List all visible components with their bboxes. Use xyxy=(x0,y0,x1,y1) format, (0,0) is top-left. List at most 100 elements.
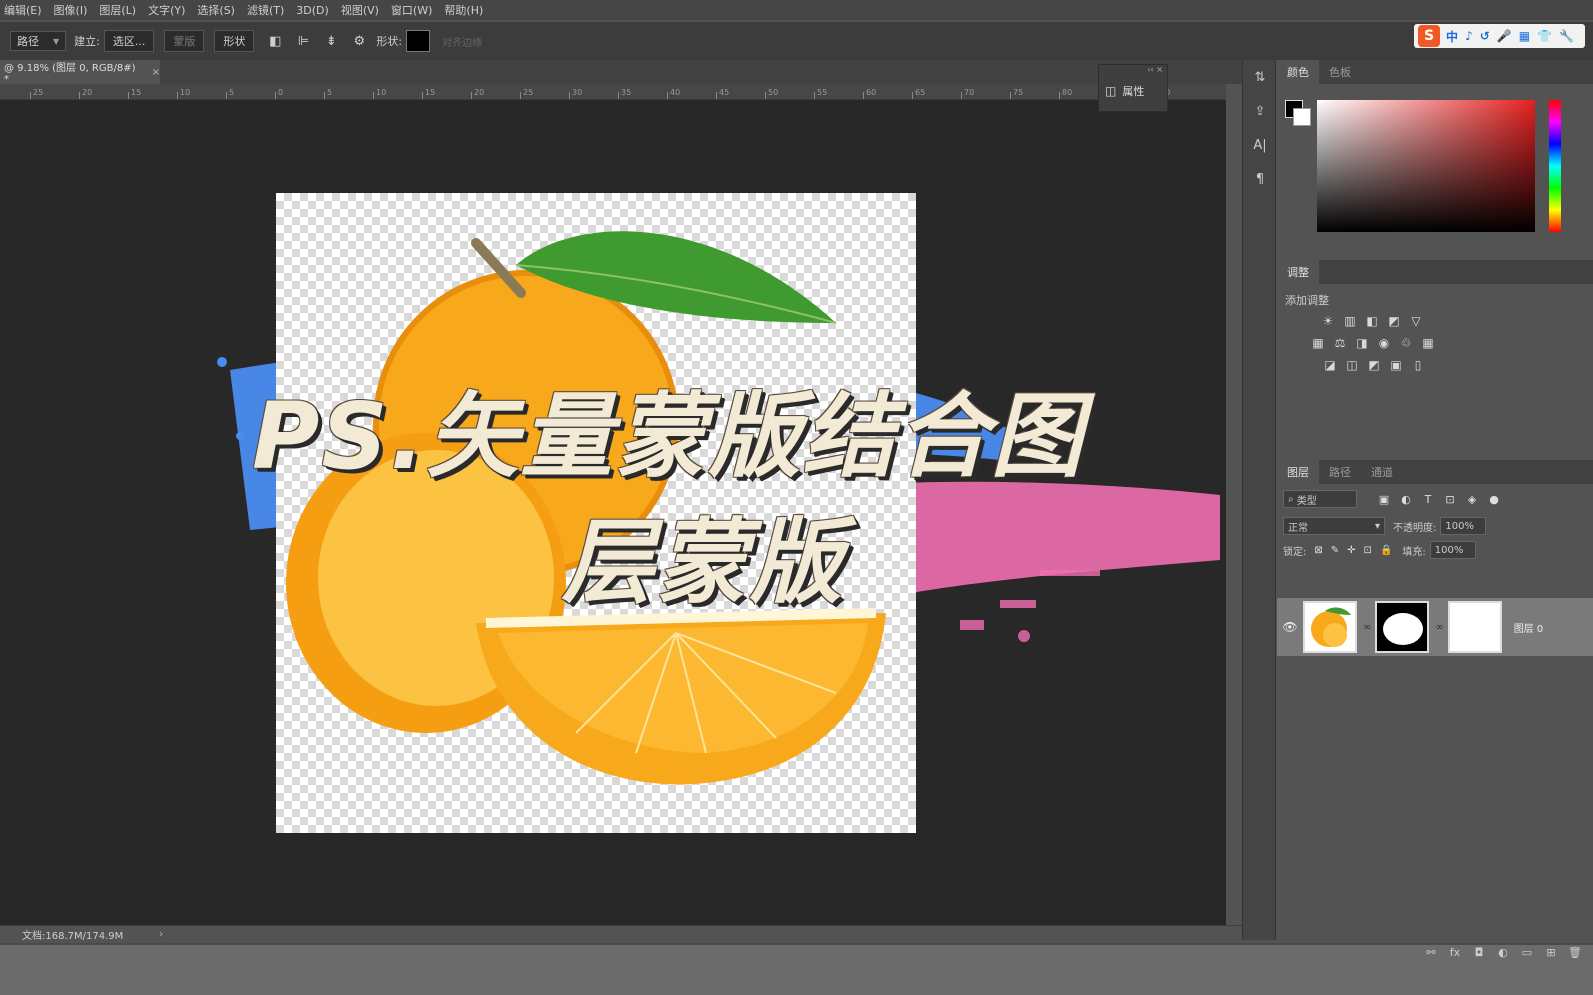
document-tab[interactable]: @ 9.18% (图层 0, RGB/8#) * × xyxy=(0,60,160,85)
history-icon[interactable]: ⇅ xyxy=(1243,60,1277,94)
tab-swatches[interactable]: 色板 xyxy=(1319,60,1361,84)
curves-icon[interactable]: ◧ xyxy=(1361,314,1383,328)
chevron-down-icon: ▾ xyxy=(1374,520,1380,532)
properties-panel-collapsed[interactable]: ‹‹ × ◫ 属性 xyxy=(1098,64,1168,112)
panel-controls[interactable]: ‹‹ × xyxy=(1099,65,1167,75)
link-icon[interactable]: ∞ xyxy=(1363,622,1371,633)
eye-icon[interactable]: 👁 xyxy=(1277,620,1303,634)
ime-chinese-toggle[interactable]: 中 xyxy=(1446,28,1458,45)
filter-type-icon[interactable]: T xyxy=(1417,493,1439,506)
shape-picker[interactable] xyxy=(406,30,431,52)
brightness-contrast-icon[interactable]: ☀ xyxy=(1317,314,1339,328)
make-shape-button[interactable]: 形状 xyxy=(214,30,255,52)
background-color[interactable] xyxy=(1293,108,1311,126)
document-canvas[interactable] xyxy=(276,193,916,833)
paragraph-icon[interactable]: ¶ xyxy=(1243,162,1277,196)
ruler-tick-label: 75 xyxy=(1013,88,1024,97)
ime-tools-icon[interactable]: 🔧 xyxy=(1559,29,1574,43)
gear-icon[interactable]: ⚙ xyxy=(348,30,370,52)
channel-mixer-icon[interactable]: ♲ xyxy=(1395,336,1417,350)
make-selection-button[interactable]: 选区... xyxy=(103,30,155,52)
new-group-icon[interactable]: ▭ xyxy=(1515,946,1539,959)
menu-type[interactable]: 文字(Y) xyxy=(148,2,185,18)
gradient-map-icon[interactable]: ▯ xyxy=(1407,358,1429,372)
menu-help[interactable]: 帮助(H) xyxy=(444,2,483,18)
layer-filter-dropdown[interactable]: ⌕ 类型 xyxy=(1283,490,1357,508)
make-mask-button[interactable]: 蒙版 xyxy=(164,30,205,52)
fill-field[interactable]: 100% xyxy=(1429,541,1476,559)
ime-punctuation-icon[interactable]: ♪ xyxy=(1465,29,1473,43)
color-picker-field[interactable] xyxy=(1317,100,1535,232)
status-menu-arrow[interactable]: › xyxy=(159,929,163,940)
lock-all-icon[interactable]: 🔒 xyxy=(1380,545,1392,556)
menu-image[interactable]: 图像(I) xyxy=(54,2,88,18)
ime-microphone-icon[interactable]: 🎤 xyxy=(1497,29,1512,43)
new-layer-icon[interactable]: ⊞ xyxy=(1539,946,1563,959)
link-icon[interactable]: ∞ xyxy=(1435,622,1443,633)
tab-layers[interactable]: 图层 xyxy=(1277,460,1319,484)
menu-select[interactable]: 选择(S) xyxy=(197,2,235,18)
add-mask-icon[interactable]: ◘ xyxy=(1467,946,1491,959)
lock-position-icon[interactable]: ✛ xyxy=(1347,545,1355,556)
path-arrangement-icon[interactable]: ⇟ xyxy=(320,30,342,52)
color-lookup-icon[interactable]: ▦ xyxy=(1417,336,1439,350)
ruler-tick-mark xyxy=(667,92,668,99)
lock-transparent-icon[interactable]: ⊠ xyxy=(1314,545,1322,556)
layer-style-icon[interactable]: fx xyxy=(1443,946,1467,959)
tool-mode-dropdown[interactable]: 路径 ▼ xyxy=(10,31,67,51)
black-white-icon[interactable]: ◨ xyxy=(1351,336,1373,350)
menu-window[interactable]: 窗口(W) xyxy=(391,2,432,18)
vibrance-icon[interactable]: ▽ xyxy=(1405,314,1427,328)
opacity-field[interactable]: 100% xyxy=(1440,517,1487,535)
character-icon[interactable]: A| xyxy=(1243,128,1277,162)
vector-mask-thumbnail[interactable] xyxy=(1447,601,1502,653)
color-balance-icon[interactable]: ⚖ xyxy=(1329,336,1351,350)
filter-toggle-icon[interactable]: ● xyxy=(1483,493,1505,506)
lock-image-icon[interactable]: ✎ xyxy=(1331,545,1339,556)
link-layers-icon[interactable]: ⚯ xyxy=(1419,946,1443,959)
menu-filter[interactable]: 滤镜(T) xyxy=(247,2,284,18)
layer-thumbnail[interactable] xyxy=(1303,601,1357,653)
align-edges-checkbox[interactable]: 对齐边缘 xyxy=(442,34,482,49)
canvas-area[interactable]: PS.矢量蒙版结合图 层蒙版 xyxy=(0,100,1226,925)
ime-switch-icon[interactable]: ↺ xyxy=(1480,29,1490,43)
tab-color[interactable]: 颜色 xyxy=(1277,60,1319,84)
menu-3d[interactable]: 3D(D) xyxy=(296,4,329,17)
close-icon[interactable]: × xyxy=(152,67,160,78)
filter-smart-object-icon[interactable]: ◈ xyxy=(1461,493,1483,506)
layer-row[interactable]: 👁 ∞ ∞ 图层 0 xyxy=(1277,598,1593,656)
filter-shape-icon[interactable]: ⊡ xyxy=(1439,493,1461,506)
tab-channels[interactable]: 通道 xyxy=(1361,460,1403,484)
threshold-icon[interactable]: ◩ xyxy=(1363,358,1385,372)
filter-adjustment-icon[interactable]: ◐ xyxy=(1395,493,1417,506)
hue-saturation-icon[interactable]: ▦ xyxy=(1307,336,1329,350)
clone-source-icon[interactable]: ⇪ xyxy=(1243,94,1277,128)
opacity-label: 不透明度: xyxy=(1393,522,1437,534)
layer-mask-thumbnail[interactable] xyxy=(1375,601,1430,653)
ime-skin-icon[interactable]: 👕 xyxy=(1537,29,1552,43)
invert-icon[interactable]: ◪ xyxy=(1319,358,1341,372)
posterize-icon[interactable]: ◫ xyxy=(1341,358,1363,372)
path-alignment-icon[interactable]: ⊫ xyxy=(292,30,314,52)
layer-name[interactable]: 图层 0 xyxy=(1514,620,1544,635)
new-adjustment-icon[interactable]: ◐ xyxy=(1491,946,1515,959)
menu-view[interactable]: 视图(V) xyxy=(341,2,379,18)
lock-artboard-icon[interactable]: ⊡ xyxy=(1364,545,1372,556)
ruler-tick-mark xyxy=(1010,92,1011,99)
filter-pixel-icon[interactable]: ▣ xyxy=(1373,493,1395,506)
menu-layer[interactable]: 图层(L) xyxy=(99,2,136,18)
levels-icon[interactable]: ▥ xyxy=(1339,314,1361,328)
menu-edit[interactable]: 编辑(E) xyxy=(4,2,42,18)
sogou-logo-icon[interactable]: S xyxy=(1418,25,1441,47)
exposure-icon[interactable]: ◩ xyxy=(1383,314,1405,328)
trash-icon[interactable]: 🗑 xyxy=(1563,946,1587,959)
photo-filter-icon[interactable]: ◉ xyxy=(1373,336,1395,350)
tab-paths[interactable]: 路径 xyxy=(1319,460,1361,484)
selective-color-icon[interactable]: ▣ xyxy=(1385,358,1407,372)
path-operations-icon[interactable]: ◧ xyxy=(264,30,286,52)
fg-bg-colors[interactable] xyxy=(1285,100,1313,128)
tab-adjustments[interactable]: 调整 xyxy=(1277,260,1319,284)
blend-mode-dropdown[interactable]: 正常 ▾ xyxy=(1283,517,1385,535)
ime-keyboard-icon[interactable]: ▦ xyxy=(1519,29,1530,43)
hue-slider[interactable] xyxy=(1549,100,1561,232)
